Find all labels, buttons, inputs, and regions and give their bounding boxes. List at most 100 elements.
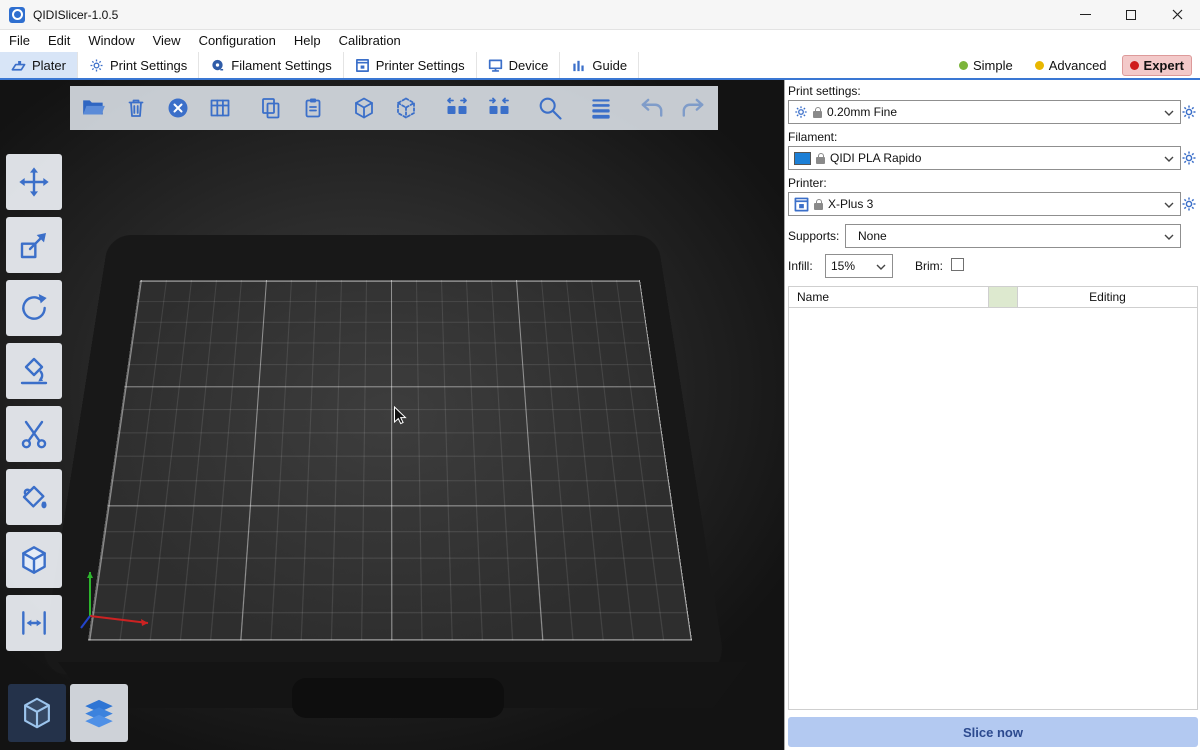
viewport-3d[interactable]	[0, 80, 784, 750]
copy-button[interactable]	[257, 91, 286, 125]
minimize-button[interactable]	[1062, 0, 1108, 29]
tab-bar: Plater Print Settings Filament Settings …	[0, 52, 1200, 80]
chevron-down-icon	[1164, 110, 1174, 116]
supports-combo[interactable]: None	[845, 224, 1181, 248]
undo-icon	[639, 95, 665, 121]
simple-dot-icon	[959, 61, 968, 70]
delete-button[interactable]	[122, 91, 151, 125]
title-bar[interactable]: QIDISlicer-1.0.5	[0, 0, 1200, 30]
object-list-header: Name Editing	[789, 287, 1197, 308]
tab-label: Device	[509, 58, 549, 73]
editor-view-button[interactable]	[8, 684, 66, 742]
paste-icon	[301, 96, 325, 120]
tab-filament-settings[interactable]: Filament Settings	[199, 52, 343, 78]
chevron-down-icon	[1164, 234, 1174, 240]
infill-combo[interactable]: 15%	[825, 254, 893, 278]
search-button[interactable]	[535, 91, 564, 125]
menu-view[interactable]: View	[144, 30, 190, 52]
filament-value: QIDI PLA Rapido	[830, 151, 921, 165]
mode-simple[interactable]: Simple	[952, 56, 1020, 75]
table-grid-icon	[208, 96, 232, 120]
mode-label: Advanced	[1049, 58, 1107, 73]
split-parts-button[interactable]	[484, 91, 513, 125]
place-on-face-tool-button[interactable]	[6, 343, 62, 399]
measure-tool-button[interactable]	[6, 595, 62, 651]
move-icon	[18, 166, 50, 198]
tab-device[interactable]: Device	[477, 52, 561, 78]
preview-view-button[interactable]	[70, 684, 128, 742]
tab-plater[interactable]: Plater	[0, 52, 78, 78]
object-list[interactable]: Name Editing	[788, 286, 1198, 710]
split-objects-button[interactable]	[442, 91, 471, 125]
tab-printer-settings[interactable]: Printer Settings	[344, 52, 477, 78]
print-settings-gear-button[interactable]	[1181, 104, 1197, 120]
preview-layers-icon	[79, 693, 119, 733]
left-toolbar	[6, 154, 62, 651]
3d-view-cube-icon	[18, 694, 56, 732]
menu-window[interactable]: Window	[79, 30, 143, 52]
gear-icon	[1181, 150, 1197, 166]
variable-layer-height-icon	[588, 95, 614, 121]
maximize-icon	[1126, 10, 1136, 20]
maximize-button[interactable]	[1108, 0, 1154, 29]
window-controls	[1062, 0, 1200, 29]
menu-configuration[interactable]: Configuration	[190, 30, 285, 52]
lock-icon	[816, 157, 825, 164]
tab-guide[interactable]: Guide	[560, 52, 639, 78]
rotate-tool-button[interactable]	[6, 280, 62, 336]
gear-icon	[1181, 104, 1197, 120]
cut-tool-button[interactable]	[6, 406, 62, 462]
cube-icon	[352, 96, 376, 120]
slice-now-button[interactable]: Slice now	[788, 717, 1198, 747]
remove-instance-button[interactable]	[391, 91, 420, 125]
menu-help[interactable]: Help	[285, 30, 330, 52]
scale-icon	[18, 229, 50, 261]
filament-settings-icon	[210, 58, 225, 73]
place-on-face-icon	[18, 355, 50, 387]
filament-label: Filament:	[788, 130, 837, 144]
tab-label: Print Settings	[110, 58, 187, 73]
filament-color-swatch	[794, 152, 811, 165]
filament-gear-button[interactable]	[1181, 150, 1197, 166]
axes-gizmo	[68, 558, 168, 638]
gear-icon	[794, 105, 808, 119]
printer-gear-button[interactable]	[1181, 196, 1197, 212]
mode-advanced[interactable]: Advanced	[1028, 56, 1114, 75]
emboss-tool-button[interactable]	[6, 532, 62, 588]
printer-combo[interactable]: X-Plus 3	[788, 192, 1181, 216]
view-toggle	[8, 684, 128, 742]
column-editing: Editing	[1018, 290, 1197, 304]
menu-file[interactable]: File	[0, 30, 39, 52]
tab-print-settings[interactable]: Print Settings	[78, 52, 199, 78]
settings-panel: Print settings: 0.20mm Fine Filament: QI…	[784, 80, 1200, 750]
trash-icon	[124, 96, 148, 120]
menu-calibration[interactable]: Calibration	[330, 30, 410, 52]
plater-icon	[11, 58, 26, 73]
redo-button[interactable]	[679, 91, 708, 125]
menu-edit[interactable]: Edit	[39, 30, 79, 52]
minimize-icon	[1080, 14, 1091, 15]
delete-all-button[interactable]	[164, 91, 193, 125]
paste-button[interactable]	[299, 91, 328, 125]
rotate-icon	[18, 292, 50, 324]
open-button[interactable]	[80, 91, 109, 125]
column-extruder	[988, 287, 1018, 307]
mode-expert[interactable]: Expert	[1122, 55, 1192, 76]
cube-dashed-icon	[394, 96, 418, 120]
add-instance-button[interactable]	[350, 91, 379, 125]
print-settings-label: Print settings:	[788, 84, 861, 98]
arrange-button[interactable]	[206, 91, 235, 125]
mode-selector: Simple Advanced Expert	[952, 52, 1200, 78]
scale-tool-button[interactable]	[6, 217, 62, 273]
paint-supports-tool-button[interactable]	[6, 469, 62, 525]
brim-checkbox[interactable]	[951, 258, 964, 271]
paint-bucket-icon	[18, 481, 50, 513]
print-settings-combo[interactable]: 0.20mm Fine	[788, 100, 1181, 124]
close-button[interactable]	[1154, 0, 1200, 29]
top-toolbar	[70, 86, 718, 130]
move-tool-button[interactable]	[6, 154, 62, 210]
undo-button[interactable]	[637, 91, 666, 125]
filament-combo[interactable]: QIDI PLA Rapido	[788, 146, 1181, 170]
print-bed-grid[interactable]	[88, 280, 692, 641]
variable-layer-height-button[interactable]	[586, 91, 615, 125]
